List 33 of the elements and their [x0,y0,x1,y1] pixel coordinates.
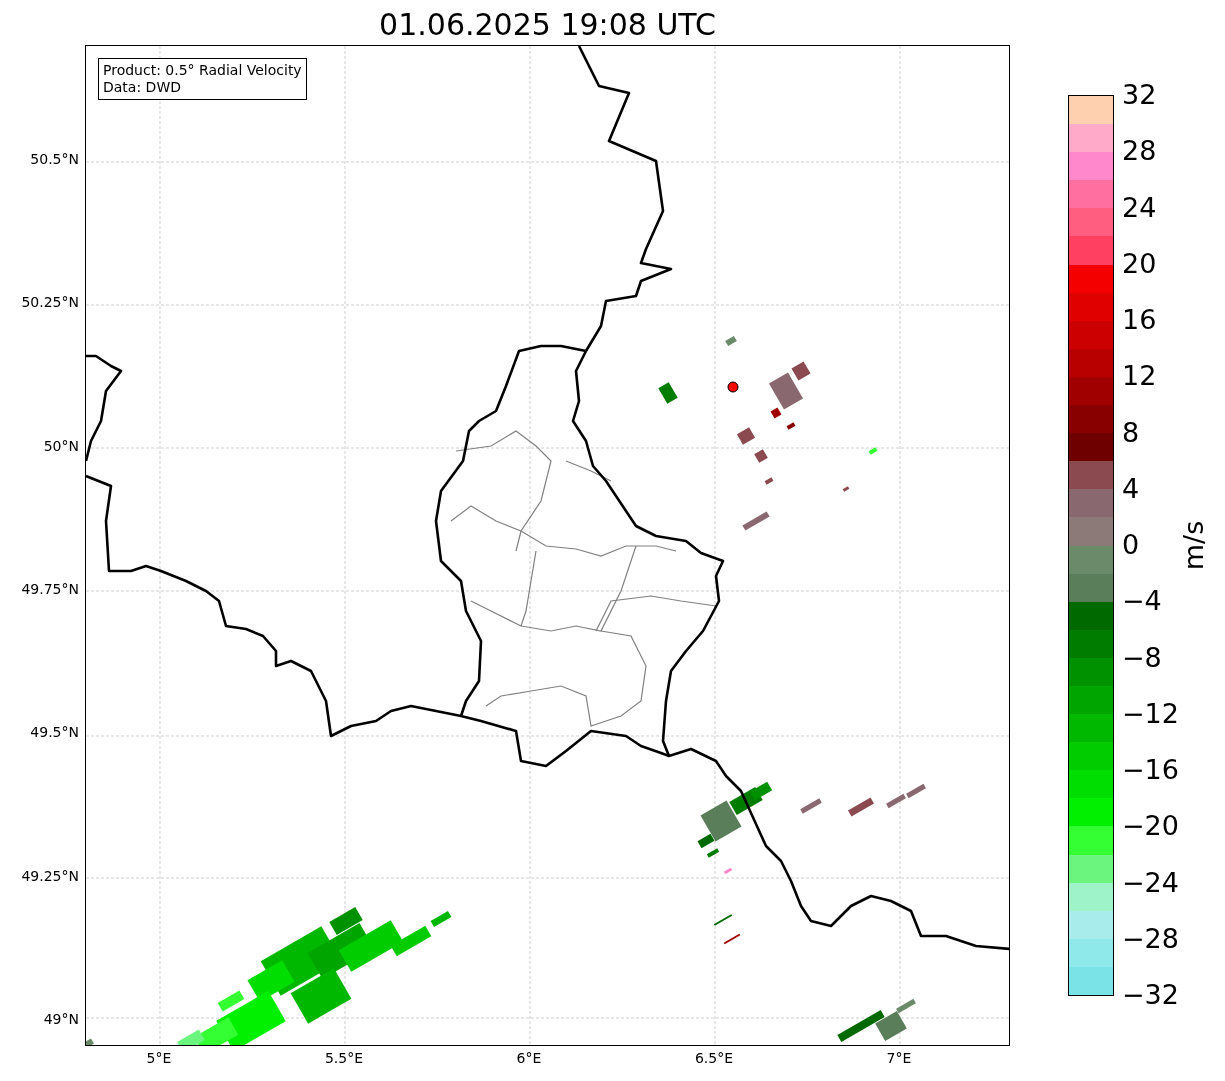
latitude-tick-label: 49.25°N [21,867,79,884]
colorbar-tick-label: −4 [1122,586,1162,617]
longitude-tick-label: 6°E [516,1050,542,1066]
legend-text: Data: DWD [103,79,182,96]
longitude-tick-label: 5°E [146,1050,172,1066]
colorbar-tick-label: −28 [1122,923,1179,954]
latitude-tick-label: 49.5°N [30,724,79,741]
colorbar-tick-label: 4 [1122,473,1140,504]
colorbar-tick-label: −12 [1122,698,1179,729]
latitude-tick-label: 50.25°N [21,294,79,311]
colorbar-tick-label: 12 [1122,361,1157,392]
colorbar-tick-label: −16 [1122,755,1179,785]
latitude-tick-label: 50.5°N [30,151,79,167]
longitude-tick-label: 7°E [886,1050,912,1066]
colorbar-tick-label: 32 [1122,80,1157,110]
legend-text: Product: 0.5° Radial Velocity [103,62,302,79]
colorbar-tick-label: 20 [1122,248,1157,279]
colorbar-label: m/s [1178,520,1210,571]
latitude-tick-label: 49.75°N [21,580,79,597]
colorbar-tick-label: 16 [1122,305,1157,335]
chart-title: 01.06.2025 19:08 UTC [379,6,716,44]
latitude-tick-label: 49°N [43,1010,79,1027]
colorbar-tick-label: 8 [1122,417,1140,448]
colorbar-tick-label: 0 [1122,530,1140,560]
colorbar-tick-label: 24 [1122,192,1157,223]
colorbar-tick-label: −8 [1122,642,1162,673]
colorbar-tick-label: −20 [1122,811,1179,842]
colorbar-tick-label: −24 [1122,867,1179,898]
colorbar-tick-label: 28 [1122,136,1157,167]
colorbar-tick-label: −32 [1122,980,1179,1010]
longitude-tick-label: 5.5°E [324,1050,364,1066]
longitude-tick-label: 6.5°E [694,1050,734,1066]
latitude-tick-label: 50°N [43,437,79,454]
